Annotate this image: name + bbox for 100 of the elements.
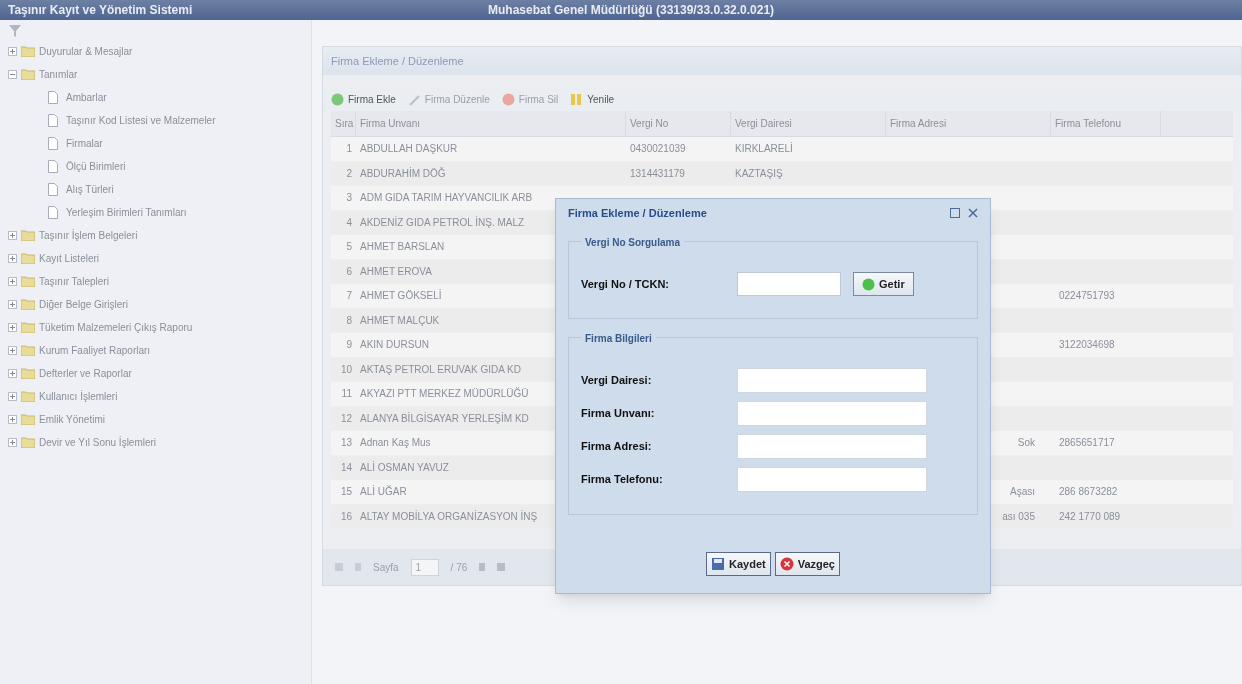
row-number: 9 (345, 338, 353, 353)
save-button[interactable]: Kaydet (706, 552, 771, 576)
tree-item[interactable]: Kurum Faaliyet Raporları (8, 340, 311, 360)
panel-header: Firma Ekleme / Düzenleme (323, 47, 1241, 75)
column-header[interactable]: Vergi No (626, 111, 731, 136)
fetch-button[interactable]: Getir (853, 272, 914, 296)
unit-title: Muhasebat Genel Müdürlüğü (33139/33.0.32.0.021) (488, 2, 775, 19)
table-cell-text: ABDURAHİM DÖĞ (360, 166, 446, 181)
tree-item[interactable]: Ambarlar (8, 87, 311, 107)
document-icon (48, 113, 58, 127)
column-header[interactable]: Sıra (331, 111, 356, 136)
collapse-icon[interactable] (8, 69, 17, 79)
tree-item[interactable]: Kayıt Listeleri (8, 248, 311, 268)
input-field[interactable] (737, 467, 927, 492)
folder-icon (21, 390, 35, 402)
row-number: 8 (345, 313, 353, 328)
tree-item[interactable]: Devir ve Yıl Sonu İşlemleri (8, 432, 311, 452)
toolbar-button[interactable]: Firma Ekle (331, 91, 396, 107)
tree-item[interactable]: Emlik Yönetimi (8, 409, 311, 429)
tree-item[interactable]: Duyurular & Mesajlar (8, 41, 311, 61)
row-number: 6 (345, 264, 353, 279)
tree-item[interactable]: Ölçü Birimleri (8, 156, 311, 176)
table-cell: KIRKLARELİ (735, 141, 793, 157)
table-cell-text: Adnan Kaş Mus (360, 436, 431, 451)
cancel-button[interactable]: Vazgeç (774, 552, 840, 576)
folder-icon (21, 344, 35, 356)
toolbar-button[interactable]: Yenile (570, 91, 615, 107)
expand-icon[interactable] (8, 276, 17, 286)
table-cell-text: 0430021039 (630, 142, 686, 157)
tree-item[interactable]: Tüketim Malzemeleri Çıkış Raporu (8, 317, 311, 337)
table-cell-text: 3122034698 (1059, 338, 1115, 353)
table-cell-text: ABDULLAH DAŞKUR (360, 142, 458, 157)
folder-icon (21, 321, 35, 333)
table-cell-text: 286 8673282 (1059, 485, 1118, 500)
field-label: Firma Telefonu: (581, 472, 664, 488)
table-cell-text: ADM GIDA TARIM HAYVANCILIK ARB (360, 191, 533, 206)
expand-icon[interactable] (8, 437, 17, 447)
expand-icon[interactable] (8, 391, 17, 401)
input-field[interactable] (737, 368, 927, 393)
table-cell-text: KAZTAŞIŞ (735, 166, 783, 181)
expand-icon[interactable] (8, 230, 17, 240)
document-icon (48, 205, 58, 219)
tree-item[interactable]: Taşınır İşlem Belgeleri (8, 225, 311, 245)
row-number: 4 (345, 215, 353, 230)
row-number: 13 (339, 436, 353, 451)
close-icon[interactable] (968, 208, 978, 218)
expand-icon[interactable] (8, 368, 17, 378)
tree-item[interactable]: Tanımlar (8, 64, 311, 84)
document-icon (48, 182, 58, 196)
tree-item[interactable]: Firmalar (8, 133, 311, 153)
tree-item[interactable]: Yerleşim Birimleri Tanımları (8, 202, 311, 222)
row-number: 12 (339, 411, 353, 426)
page-total: / 76 (450, 560, 468, 575)
filter-icon (8, 24, 22, 38)
add-icon (862, 277, 875, 291)
folder-icon (21, 298, 35, 310)
table-cell-text: ası 035 (1002, 509, 1035, 524)
table-cell-text: ALİ OSMAN YAVUZ (360, 460, 449, 475)
dialog-title: Firma Ekleme / Düzenleme (568, 205, 707, 221)
app-title: Taşınır Kayıt ve Yönetim Sistemi (8, 2, 194, 19)
row-number: 2 (345, 166, 353, 181)
row-number: 5 (345, 240, 353, 255)
row-number: 7 (345, 289, 353, 304)
column-header[interactable]: Firma Unvanı (356, 111, 626, 136)
tree-item[interactable]: Taşınır Kod Listesi ve Malzemeler (8, 110, 311, 130)
tax-number-field[interactable] (737, 272, 841, 296)
input-field[interactable] (737, 401, 927, 426)
tree-item[interactable]: Kullanıcı İşlemleri (8, 386, 311, 406)
document-icon (48, 90, 58, 104)
table-cell-text: AHMET BARSLAN (360, 240, 445, 255)
column-header[interactable]: Firma Adresi (886, 111, 1051, 136)
maximize-icon[interactable] (950, 208, 960, 218)
table-cell-text: AHMET MALÇUK (360, 313, 440, 328)
expand-icon[interactable] (8, 414, 17, 424)
table-cell-text: AKTAŞ PETROL ERUVAK GIDA KD (360, 362, 521, 377)
expand-icon[interactable] (8, 322, 17, 332)
folder-icon (21, 229, 35, 241)
expand-icon[interactable] (8, 299, 17, 309)
row-number: 15 (339, 485, 353, 500)
folder-icon (21, 436, 35, 448)
page-label: Sayfa (373, 560, 399, 575)
tree-item[interactable]: Diğer Belge Girişleri (8, 294, 311, 314)
tree-item[interactable]: Taşınır Talepleri (8, 271, 311, 291)
folder-icon (21, 252, 35, 264)
table-cell-text: ALANYA BİLGİSAYAR YERLEŞİM KD (360, 411, 529, 426)
delete-icon (501, 92, 515, 106)
row-number: 10 (339, 362, 353, 377)
tree-item[interactable]: Defterler ve Raporlar (8, 363, 311, 383)
fieldset-legend: Vergi No Sorgulama (581, 235, 685, 250)
row-number: 3 (345, 191, 353, 206)
input-field[interactable] (737, 434, 927, 459)
expand-icon[interactable] (8, 345, 17, 355)
expand-icon[interactable] (8, 46, 17, 56)
table-cell-text: ALTAY MOBİLYA ORGANİZASYON İNŞ (360, 509, 538, 524)
column-header[interactable]: Firma Telefonu (1051, 111, 1161, 136)
tree-item[interactable]: Alış Türleri (8, 179, 311, 199)
page-field[interactable]: 1 (410, 558, 439, 576)
row-number: 16 (339, 509, 353, 524)
expand-icon[interactable] (8, 253, 17, 263)
column-header[interactable]: Vergi Dairesi (731, 111, 886, 136)
